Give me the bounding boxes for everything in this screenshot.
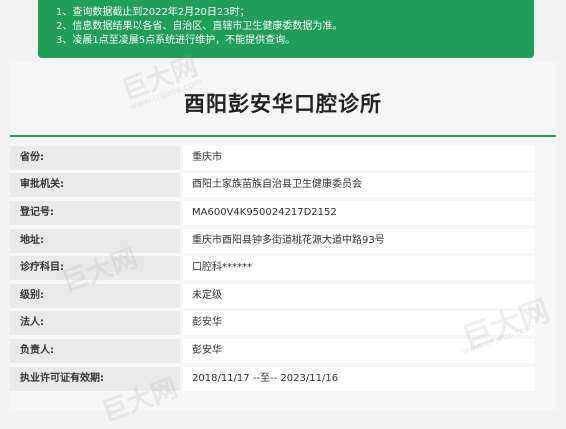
field-value: 口腔科****** <box>183 256 535 281</box>
field-label: 诊疗科目: <box>10 256 180 281</box>
clinic-info-panel: 酉阳彭安华口腔诊所 省份: 重庆市 审批机关: 酉阳土家族苗族自治县卫生健康委员… <box>10 62 556 410</box>
field-label: 级别: <box>10 283 180 308</box>
field-label: 法人: <box>10 311 180 336</box>
field-value: 酉阳土家族苗族自治县卫生健康委员会 <box>183 173 535 198</box>
info-row-person-in-charge: 负责人: 彭安华 <box>10 337 556 365</box>
notice-line-2: 2、信息数据结果以各省、自治区、直辖市卫生健康委数据为准。 <box>56 21 343 32</box>
info-row-level: 级别: 未定级 <box>10 282 556 310</box>
field-value: 彭安华 <box>183 311 535 336</box>
notice-banner: 1、查询数据截止到2022年2月20日23时； 2、信息数据结果以各省、自治区、… <box>38 0 534 58</box>
page-title: 酉阳彭安华口腔诊所 <box>184 92 382 116</box>
notice-line-1: 1、查询数据截止到2022年2月20日23时； <box>56 7 250 18</box>
field-label: 执业许可证有效期: <box>10 366 180 391</box>
info-row-address: 地址: 重庆市酉阳县钟多街道桃花源大道中路93号 <box>10 227 556 255</box>
info-table: 省份: 重庆市 审批机关: 酉阳土家族苗族自治县卫生健康委员会 登记号: MA6… <box>10 144 556 392</box>
field-value: 2018/11/17 --至-- 2023/11/16 <box>183 366 535 391</box>
title-divider <box>10 135 556 137</box>
info-row-approval-authority: 审批机关: 酉阳土家族苗族自治县卫生健康委员会 <box>10 172 556 200</box>
info-row-departments: 诊疗科目: 口腔科****** <box>10 254 556 282</box>
field-label: 登记号: <box>10 200 180 225</box>
field-value: 彭安华 <box>183 338 535 363</box>
field-value: 重庆市 <box>183 145 535 170</box>
info-row-legal-person: 法人: 彭安华 <box>10 310 556 338</box>
info-row-province: 省份: 重庆市 <box>10 144 556 172</box>
field-label: 省份: <box>10 145 180 170</box>
field-value: 未定级 <box>183 283 535 308</box>
field-value: 重庆市酉阳县钟多街道桃花源大道中路93号 <box>183 228 535 253</box>
info-row-registration-number: 登记号: MA600V4K950024217D2152 <box>10 199 556 227</box>
notice-line-3: 3、凌晨1点至凌晨5点系统进行维护，不能提供查询。 <box>56 35 296 46</box>
field-label: 负责人: <box>10 338 180 363</box>
field-value: MA600V4K950024217D2152 <box>183 200 535 225</box>
field-label: 地址: <box>10 228 180 253</box>
field-label: 审批机关: <box>10 173 180 198</box>
info-row-license-validity: 执业许可证有效期: 2018/11/17 --至-- 2023/11/16 <box>10 365 556 393</box>
